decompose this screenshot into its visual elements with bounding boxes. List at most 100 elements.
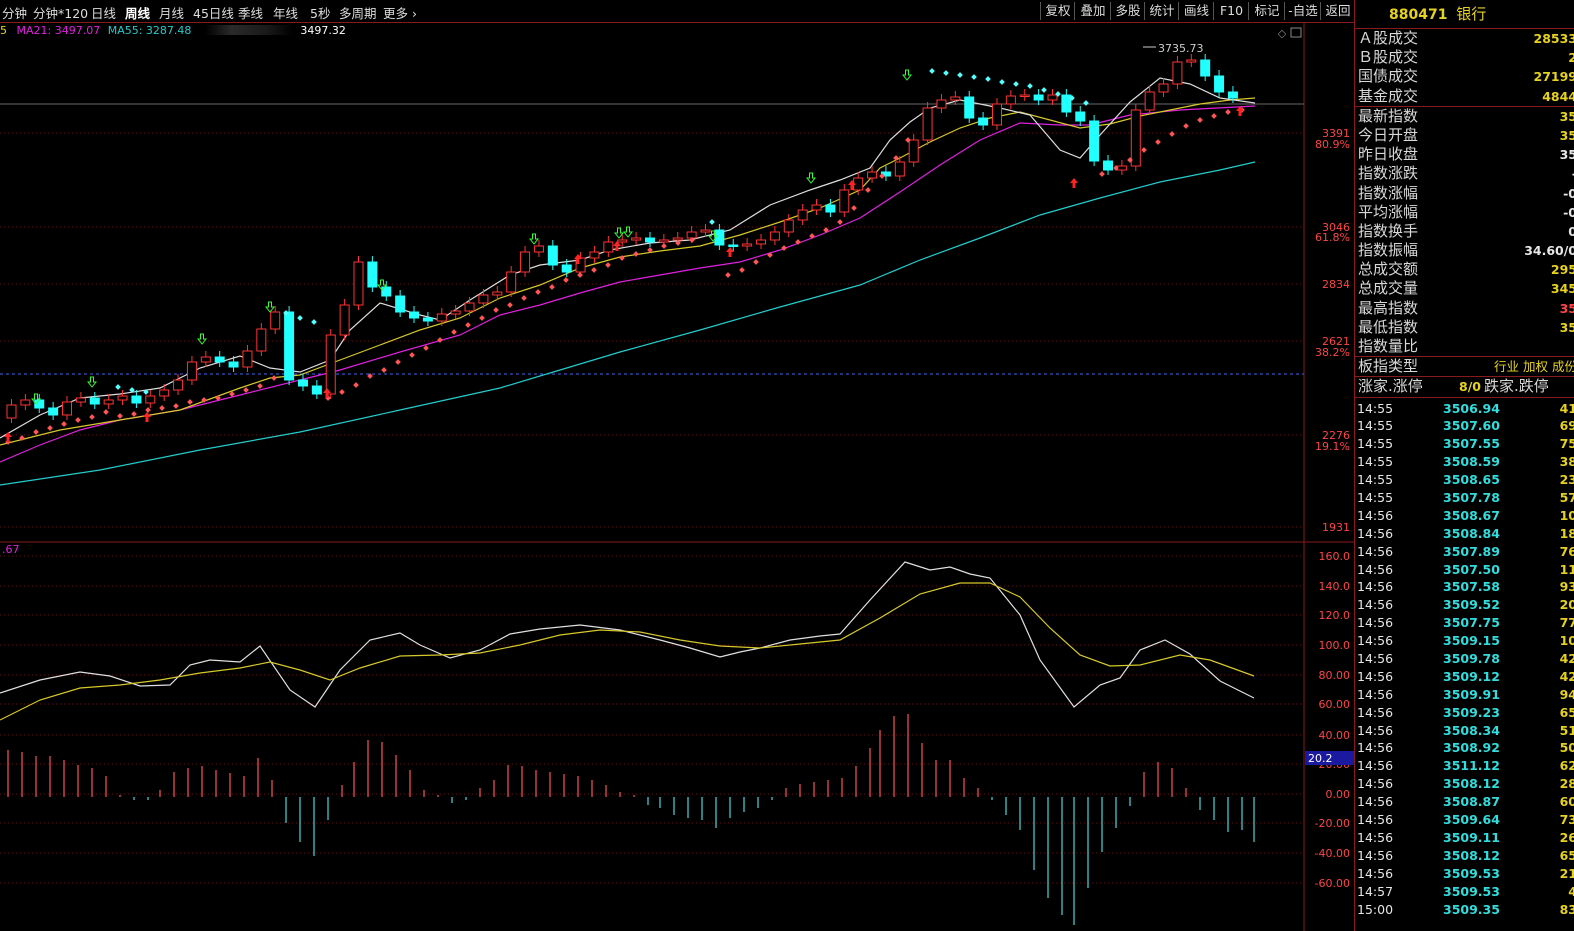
stat-value: 35	[1559, 147, 1574, 163]
tick-row: 14:56 3509.11 26	[1355, 829, 1574, 847]
candle-body	[1089, 120, 1100, 162]
stat-label: 指数涨跌	[1358, 164, 1419, 183]
candle-body	[672, 237, 683, 241]
price-label: 2834	[1322, 278, 1350, 291]
timeframe-8[interactable]: 5秒	[310, 3, 330, 22]
indicator-axis-label: 40.00	[1319, 729, 1351, 742]
tick-row: 14:55 3507.78 57	[1355, 489, 1574, 507]
tick-price: 3508.67	[1443, 507, 1500, 523]
fib-label: 61.8%	[1315, 231, 1350, 244]
sar-dot	[605, 262, 611, 268]
timeframe-3[interactable]: 周线	[125, 3, 150, 22]
tick-volume: 73	[1559, 812, 1574, 828]
tick-volume: 23	[1559, 472, 1574, 488]
tick-row: 14:55 3508.65 23	[1355, 471, 1574, 489]
candle-body	[991, 103, 1002, 126]
tick-volume: 18	[1559, 525, 1574, 541]
candle-body	[825, 204, 836, 213]
candle-body	[1005, 95, 1016, 105]
sar-dot	[781, 245, 787, 251]
stat-value: 295	[1550, 262, 1574, 278]
timeframe-2[interactable]: 日线	[91, 3, 116, 22]
tick-time: 14:56	[1357, 579, 1394, 595]
tick-list[interactable]: 14:55 3506.94 41 14:55 3507.60 69 14:55 3507.55…	[1355, 398, 1574, 919]
stat-label: 最高指数	[1358, 298, 1419, 317]
tick-volume: 94	[1559, 686, 1574, 702]
timeframe-10[interactable]: 更多 ›	[383, 3, 417, 22]
stat-label: Ａ股成交	[1358, 29, 1419, 47]
tick-time: 14:55	[1357, 454, 1394, 470]
toolbar-button-3[interactable]: 统计	[1144, 2, 1179, 20]
indicator-axis-label: -40.00	[1315, 847, 1350, 860]
candle-body	[769, 231, 780, 241]
sar-dot	[739, 267, 745, 273]
indicator-axis-label: 60.00	[1319, 698, 1351, 711]
toolbar-button-5[interactable]: F10	[1213, 2, 1249, 20]
timeframe-1[interactable]: 分钟*120	[33, 3, 88, 22]
candle-body	[75, 397, 86, 403]
timeframe-7[interactable]: 年线	[273, 3, 298, 22]
candle-body	[978, 117, 989, 126]
candle-body	[242, 350, 253, 368]
sar-dot	[493, 307, 499, 313]
candle-body	[1103, 160, 1114, 171]
toolbar-button-8[interactable]: 返回	[1320, 2, 1355, 20]
candle-body	[214, 356, 225, 363]
timeframe-6[interactable]: 季线	[238, 3, 263, 22]
tick-volume: 93	[1559, 579, 1574, 595]
sar-dot	[75, 417, 81, 423]
sar-dot	[521, 295, 527, 301]
tick-price: 3508.34	[1443, 722, 1500, 738]
candle-body	[631, 237, 642, 241]
candle-body	[256, 328, 267, 352]
sar-dot	[257, 383, 263, 389]
tick-price: 3507.75	[1443, 615, 1500, 631]
toolbar-button-2[interactable]: 多股	[1110, 2, 1145, 20]
tick-row: 14:55 3506.94 41	[1355, 400, 1574, 418]
sar-dot	[633, 251, 639, 257]
tick-volume: 75	[1559, 436, 1574, 452]
indicator-top-label: .67	[2, 543, 20, 556]
tick-time: 14:57	[1357, 883, 1394, 899]
candle-body	[547, 245, 558, 266]
candle-body	[145, 395, 156, 404]
timeframe-9[interactable]: 多周期	[339, 3, 377, 22]
tick-time: 14:55	[1357, 400, 1394, 416]
candle-body	[617, 239, 628, 243]
tick-price: 3507.55	[1443, 436, 1500, 452]
tick-price: 3507.60	[1443, 418, 1500, 434]
ma10-line	[0, 97, 1256, 446]
kline-chart[interactable]: 339180.9%304661.8%2834262138.2%227619.1%…	[0, 22, 1354, 931]
sar-dot	[1197, 117, 1203, 123]
stat-row: 今日开盘 35	[1355, 126, 1574, 145]
candle-body	[797, 209, 808, 221]
toolbar-button-4[interactable]: 画线	[1178, 2, 1214, 20]
tick-row: 14:56 3508.92 50	[1355, 739, 1574, 757]
toolbar-button-0[interactable]: 复权	[1040, 2, 1075, 20]
stat-label: 指数量比	[1358, 337, 1419, 355]
candle-body	[742, 243, 753, 247]
sar-dot	[1183, 123, 1189, 129]
board-type-value: 行业 加权 成份	[1494, 359, 1574, 375]
indicator-current-value: 20.2	[1308, 752, 1333, 765]
toolbar-button-1[interactable]: 叠加	[1074, 2, 1111, 20]
sar-dot	[115, 384, 121, 390]
timeframe-0[interactable]: 分钟	[2, 3, 27, 22]
sar-dot	[1155, 139, 1161, 145]
timeframe-5[interactable]: 45日线	[193, 3, 234, 22]
candle-body	[228, 361, 239, 368]
tick-price: 3509.15	[1443, 633, 1500, 649]
candle-body	[409, 311, 420, 319]
sar-dot	[173, 403, 179, 409]
toolbar-button-6[interactable]: 标记	[1248, 2, 1285, 20]
indicator-axis-label: -20.00	[1315, 817, 1350, 830]
timeframe-4[interactable]: 月线	[159, 3, 184, 22]
candle-body	[1172, 61, 1183, 85]
stat-row: 指数量比	[1355, 337, 1574, 356]
candle-body	[964, 96, 975, 119]
tick-price: 3509.64	[1443, 812, 1500, 828]
stat-label: 国债成交	[1358, 67, 1419, 86]
toolbar-button-7[interactable]: -自选	[1284, 2, 1321, 20]
candle-body	[297, 379, 308, 387]
candle-body	[506, 271, 517, 293]
